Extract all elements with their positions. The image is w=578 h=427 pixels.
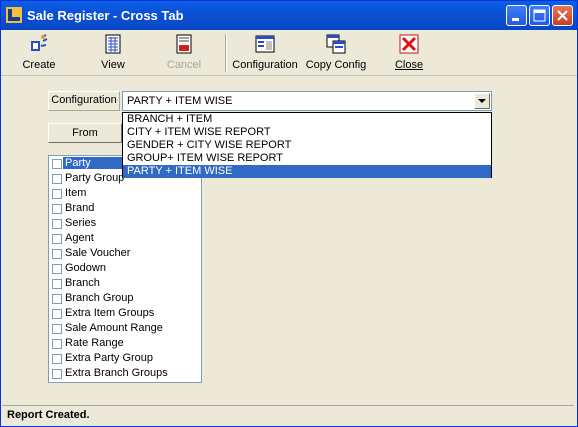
checkbox[interactable] bbox=[52, 204, 62, 214]
create-report-icon bbox=[31, 34, 48, 51]
window-title: Sale Register - Cross Tab bbox=[27, 8, 184, 23]
configuration-button[interactable]: Configuration bbox=[231, 33, 299, 73]
toolbar: Create View Cancel Configuration Copy Co… bbox=[1, 30, 577, 76]
status-bar: Report Created. bbox=[2, 405, 574, 424]
list-item-godown[interactable]: Godown bbox=[49, 261, 201, 276]
list-item-extra-item-groups[interactable]: Extra Item Groups bbox=[49, 306, 201, 321]
app-logo-icon bbox=[6, 7, 22, 23]
create-button[interactable]: Create bbox=[19, 33, 59, 73]
list-item-extra-branch-groups[interactable]: Extra Branch Groups bbox=[49, 366, 201, 381]
checkbox[interactable] bbox=[52, 279, 62, 289]
configuration-select[interactable]: PARTY + ITEM WISE bbox=[122, 91, 492, 111]
checkbox[interactable] bbox=[52, 264, 62, 274]
copy-config-button[interactable]: Copy Config bbox=[305, 33, 367, 73]
checkbox[interactable] bbox=[52, 369, 62, 379]
minimize-button[interactable] bbox=[506, 5, 527, 26]
copy-config-icon bbox=[326, 34, 346, 54]
list-item-sale-amount-range[interactable]: Sale Amount Range bbox=[49, 321, 201, 336]
view-grid-icon bbox=[105, 34, 121, 54]
close-button[interactable]: Close bbox=[389, 33, 429, 73]
dropdown-option-selected[interactable]: PARTY + ITEM WISE bbox=[123, 165, 491, 178]
dropdown-option[interactable]: BRANCH + ITEM bbox=[123, 113, 491, 126]
title-close-button[interactable] bbox=[552, 5, 573, 26]
cancel-label: Cancel bbox=[166, 59, 202, 71]
close-icon bbox=[557, 10, 568, 21]
dropdown-option[interactable]: GENDER + CITY WISE REPORT bbox=[123, 139, 491, 152]
maximize-icon bbox=[533, 9, 546, 22]
chevron-down-icon bbox=[478, 99, 486, 103]
checkbox[interactable] bbox=[52, 234, 62, 244]
checkbox[interactable] bbox=[52, 159, 62, 169]
checkbox[interactable] bbox=[52, 219, 62, 229]
configuration-window-icon bbox=[255, 35, 275, 53]
configuration-dropdown-list[interactable]: BRANCH + ITEM CITY + ITEM WISE REPORT GE… bbox=[122, 112, 492, 178]
list-item-brand[interactable]: Brand bbox=[49, 201, 201, 216]
create-label: Create bbox=[22, 59, 56, 71]
list-item-branch[interactable]: Branch bbox=[49, 276, 201, 291]
list-item-item[interactable]: Item bbox=[49, 186, 201, 201]
view-button[interactable]: View bbox=[93, 33, 133, 73]
minimize-icon bbox=[512, 18, 519, 21]
checkbox[interactable] bbox=[52, 324, 62, 334]
fields-list[interactable]: Party Party Group Item Brand Series Agen… bbox=[48, 155, 202, 383]
copy-config-label: Copy Config bbox=[305, 59, 367, 71]
maximize-button[interactable] bbox=[529, 5, 550, 26]
view-label: View bbox=[101, 59, 125, 71]
list-item-rate-range[interactable]: Rate Range bbox=[49, 336, 201, 351]
dropdown-option[interactable]: GROUP+ ITEM WISE REPORT bbox=[123, 152, 491, 165]
checkbox[interactable] bbox=[52, 294, 62, 304]
toolbar-separator bbox=[225, 34, 227, 72]
title-bar[interactable]: Sale Register - Cross Tab bbox=[1, 1, 577, 30]
list-item-extra-party-group[interactable]: Extra Party Group bbox=[49, 351, 201, 366]
close-label: Close bbox=[394, 59, 424, 71]
list-item-series[interactable]: Series bbox=[49, 216, 201, 231]
list-item-branch-group[interactable]: Branch Group bbox=[49, 291, 201, 306]
list-item-sale-voucher[interactable]: Sale Voucher bbox=[49, 246, 201, 261]
checkbox[interactable] bbox=[52, 189, 62, 199]
checkbox[interactable] bbox=[52, 339, 62, 349]
configuration-select-value: PARTY + ITEM WISE bbox=[127, 95, 233, 107]
checkbox[interactable] bbox=[52, 309, 62, 319]
status-text: Report Created. bbox=[7, 409, 90, 421]
checkbox[interactable] bbox=[52, 354, 62, 364]
dropdown-button[interactable] bbox=[474, 93, 490, 109]
stop-icon bbox=[176, 34, 192, 54]
from-button[interactable]: From bbox=[48, 123, 122, 143]
checkbox[interactable] bbox=[52, 249, 62, 259]
configuration-field-label: Configuration bbox=[48, 91, 120, 111]
configuration-label: Configuration bbox=[232, 59, 298, 71]
checkbox[interactable] bbox=[52, 174, 62, 184]
cancel-button[interactable]: Cancel bbox=[164, 33, 204, 73]
list-item-agent[interactable]: Agent bbox=[49, 231, 201, 246]
close-x-icon bbox=[399, 34, 419, 54]
dropdown-option[interactable]: CITY + ITEM WISE REPORT bbox=[123, 126, 491, 139]
